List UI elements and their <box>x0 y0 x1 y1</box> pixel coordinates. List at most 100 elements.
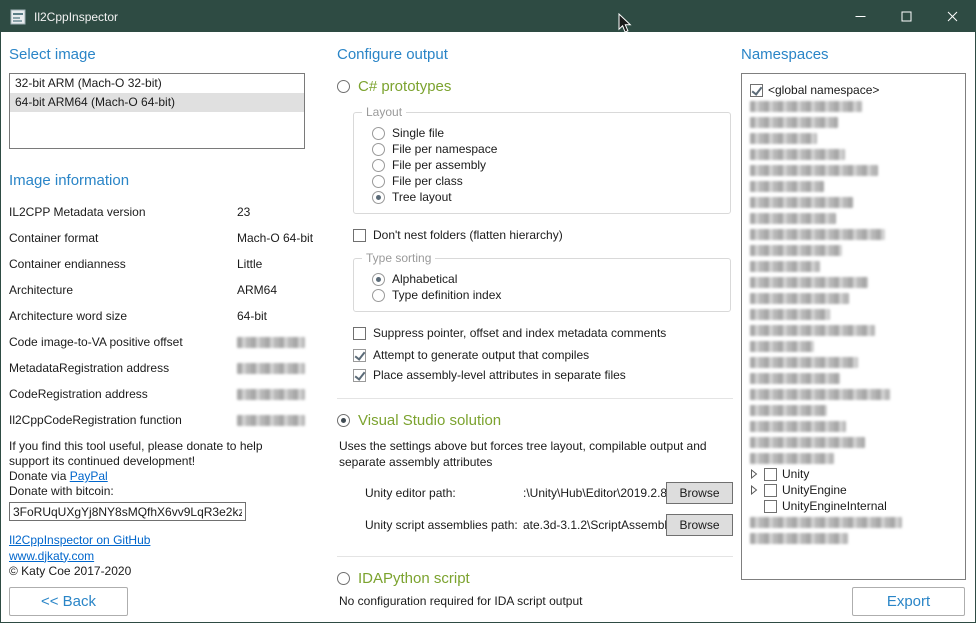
unity-script-assemblies-browse-button[interactable]: Browse <box>666 514 733 536</box>
info-label: Code image-to-VA positive offset <box>9 335 237 349</box>
radio-icon[interactable] <box>337 572 350 585</box>
option-label: File per assembly <box>392 158 486 172</box>
namespace-row[interactable]: UnityEngine <box>748 482 959 498</box>
radio-icon[interactable] <box>372 273 385 286</box>
checkbox-icon[interactable] <box>353 369 366 382</box>
paypal-link[interactable]: PayPal <box>70 469 108 483</box>
redacted-namespace <box>750 245 842 256</box>
links-block: Il2CppInspector on GitHub www.djkaty.com… <box>9 533 305 580</box>
radio-icon[interactable] <box>337 80 350 93</box>
info-row: Il2CppCodeRegistration function <box>9 407 305 433</box>
layout-option-file-per-namespace[interactable]: File per namespace <box>372 141 720 157</box>
radio-icon[interactable] <box>372 175 385 188</box>
listbox-item[interactable]: 32-bit ARM (Mach-O 32-bit) <box>10 74 304 93</box>
redacted-namespace <box>750 293 849 304</box>
info-row: IL2CPP Metadata version23 <box>9 199 305 225</box>
redacted-namespace <box>750 229 885 240</box>
namespace-row-redacted <box>748 514 959 530</box>
redacted-value <box>237 363 305 374</box>
namespace-label: <global namespace> <box>768 83 879 97</box>
donate-text: If you find this tool useful, please don… <box>9 439 287 469</box>
suppress-metadata-comments-checkbox-row[interactable]: Suppress pointer, offset and index metad… <box>353 326 733 340</box>
namespace-checkbox[interactable] <box>764 468 777 481</box>
maximize-button[interactable] <box>883 1 929 32</box>
expander-icon[interactable] <box>750 485 759 495</box>
back-button[interactable]: << Back <box>9 587 128 616</box>
redacted-value <box>237 415 305 426</box>
info-value: Little <box>237 257 262 271</box>
namespace-checkbox[interactable] <box>764 500 777 513</box>
minimize-button[interactable] <box>837 1 883 32</box>
image-listbox[interactable]: 32-bit ARM (Mach-O 32-bit)64-bit ARM64 (… <box>9 73 305 149</box>
namespace-row-redacted <box>748 210 959 226</box>
info-label: Container format <box>9 231 237 245</box>
layout-option-single-file[interactable]: Single file <box>372 125 720 141</box>
redacted-namespace <box>750 357 858 368</box>
namespace-row-redacted <box>748 178 959 194</box>
bitcoin-address-input[interactable] <box>9 502 246 521</box>
configure-output-heading: Configure output <box>337 39 733 65</box>
checkbox-label: Place assembly-level attributes in separ… <box>373 368 626 382</box>
donate-bitcoin-label: Donate with bitcoin: <box>9 484 305 499</box>
checkbox-icon[interactable] <box>353 229 366 242</box>
radio-icon[interactable] <box>372 159 385 172</box>
export-button[interactable]: Export <box>852 587 965 616</box>
website-link[interactable]: www.djkaty.com <box>9 549 94 563</box>
namespace-row-redacted <box>748 434 959 450</box>
flatten-hierarchy-checkbox-row[interactable]: Don't nest folders (flatten hierarchy) <box>353 228 733 242</box>
checkbox-icon[interactable] <box>353 349 366 362</box>
unity-editor-path-browse-button[interactable]: Browse <box>666 482 733 504</box>
layout-option-tree-layout[interactable]: Tree layout <box>372 189 720 205</box>
namespace-row-redacted <box>748 226 959 242</box>
expander-icon[interactable] <box>750 469 759 479</box>
layout-option-file-per-assembly[interactable]: File per assembly <box>372 157 720 173</box>
redacted-namespace <box>750 533 848 544</box>
sorting-option-type-definition-index[interactable]: Type definition index <box>372 287 720 303</box>
idapython-script-radio[interactable]: IDAPython script <box>337 569 733 588</box>
redacted-namespace <box>750 117 838 128</box>
namespace-row-redacted <box>748 162 959 178</box>
namespace-row[interactable]: <global namespace> <box>748 82 959 98</box>
visual-studio-solution-radio[interactable]: Visual Studio solution <box>337 411 733 430</box>
configure-output-panel: Configure output C# prototypes Layout Si… <box>337 39 733 608</box>
option-label: Alphabetical <box>392 272 457 286</box>
namespace-row-redacted <box>748 242 959 258</box>
sorting-option-alphabetical[interactable]: Alphabetical <box>372 271 720 287</box>
redacted-namespace <box>750 325 875 336</box>
redacted-namespace <box>750 197 853 208</box>
namespace-checkbox[interactable] <box>750 84 763 97</box>
checkbox-icon[interactable] <box>353 327 366 340</box>
checkbox-label: Don't nest folders (flatten hierarchy) <box>373 228 563 242</box>
generate-compilable-output-checkbox-row[interactable]: Attempt to generate output that compiles <box>353 348 733 362</box>
info-label: Container endianness <box>9 257 237 271</box>
info-row: Architecture word size64-bit <box>9 303 305 329</box>
radio-icon[interactable] <box>337 414 350 427</box>
checkbox-label: Attempt to generate output that compiles <box>373 348 589 362</box>
info-row: Container formatMach-O 64-bit <box>9 225 305 251</box>
radio-icon[interactable] <box>372 127 385 140</box>
redacted-namespace <box>750 277 868 288</box>
redacted-namespace <box>750 453 834 464</box>
radio-icon[interactable] <box>372 289 385 302</box>
namespace-row[interactable]: UnityEngineInternal <box>748 498 959 514</box>
redacted-namespace <box>750 405 827 416</box>
redacted-namespace <box>750 389 890 400</box>
layout-option-file-per-class[interactable]: File per class <box>372 173 720 189</box>
radio-icon[interactable] <box>372 191 385 204</box>
close-button[interactable] <box>929 1 975 32</box>
unity-editor-path-label: Unity editor path: <box>365 486 523 500</box>
namespace-row[interactable]: Unity <box>748 466 959 482</box>
listbox-item[interactable]: 64-bit ARM64 (Mach-O 64-bit) <box>10 93 304 112</box>
info-value: 64-bit <box>237 309 267 323</box>
assembly-attributes-separate-files-checkbox-row[interactable]: Place assembly-level attributes in separ… <box>353 368 733 382</box>
radio-icon[interactable] <box>372 143 385 156</box>
info-row: Code image-to-VA positive offset <box>9 329 305 355</box>
csharp-prototypes-radio[interactable]: C# prototypes <box>337 77 733 96</box>
option-label: Type definition index <box>392 288 501 302</box>
namespace-row-redacted <box>748 418 959 434</box>
github-link[interactable]: Il2CppInspector on GitHub <box>9 533 150 547</box>
visual-studio-description: Uses the settings above but forces tree … <box>339 438 719 470</box>
namespace-checkbox[interactable] <box>764 484 777 497</box>
namespace-tree[interactable]: <global namespace> UnityUnityEngineUnityE… <box>741 73 966 580</box>
redacted-namespace <box>750 133 817 144</box>
